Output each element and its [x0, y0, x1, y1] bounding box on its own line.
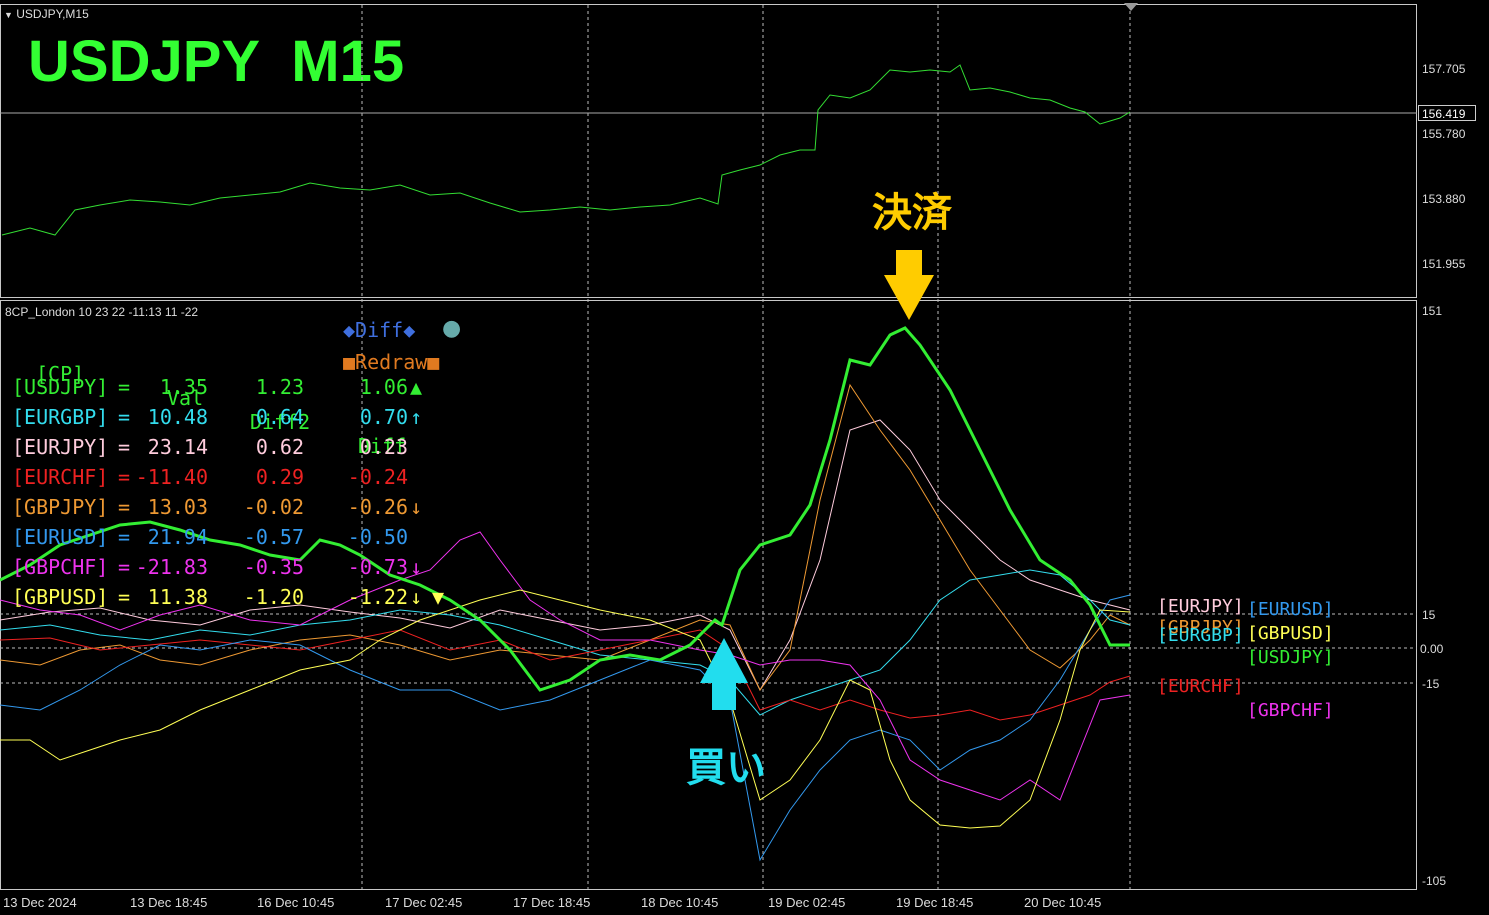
- legend-redraw: ■Redraw■: [343, 350, 440, 374]
- row-diff: -0.24: [347, 465, 408, 489]
- row-diff: -0.73: [347, 555, 408, 579]
- row-diff: 0.23: [359, 435, 408, 459]
- price-tick-2: 155.780: [1422, 127, 1466, 141]
- ind-tick-15: 15: [1422, 608, 1436, 622]
- ind-tick-minus105: -105: [1422, 874, 1447, 888]
- price-line: [1, 64, 1131, 236]
- row-diff2: -1.20: [243, 585, 304, 609]
- row-mark: ↓: [410, 555, 423, 579]
- end-label: [EURCHF]: [1157, 676, 1244, 697]
- chart-shift-marker-icon[interactable]: [1124, 3, 1138, 11]
- indicator-name: 8CP_London 10 23 22 -11:13 11 -22: [5, 305, 199, 319]
- ind-tick-minus15: -15: [1422, 677, 1440, 691]
- row-diff2: 0.62: [255, 435, 304, 459]
- row-diff2: -0.02: [243, 495, 304, 519]
- end-label: [USDJPY]: [1247, 647, 1334, 668]
- end-label: [GBPUSD]: [1247, 623, 1334, 644]
- row-diff2: 0.64: [255, 405, 304, 429]
- eurusd-line: [0, 594, 1131, 862]
- ind-tick-151: 151: [1422, 304, 1443, 318]
- row-diff: -1.22: [347, 585, 408, 609]
- time-tick: 13 Dec 2024: [3, 895, 77, 910]
- end-label: [EURJPY]: [1157, 596, 1244, 617]
- time-tick: 19 Dec 02:45: [768, 895, 846, 910]
- row-diff: 1.06: [359, 375, 408, 399]
- time-tick: 20 Dec 10:45: [1024, 895, 1102, 910]
- buy-label: 買い: [686, 745, 766, 791]
- row-mark: ↓: [410, 495, 423, 519]
- gbpusd-line: [0, 589, 1131, 829]
- time-tick: 13 Dec 18:45: [130, 895, 208, 910]
- legend-dot-icon: ●: [442, 316, 462, 341]
- end-label: [EURGBP]: [1157, 625, 1244, 646]
- row-diff: -0.26: [347, 495, 408, 519]
- row-mark: ↑: [410, 405, 423, 429]
- time-tick: 16 Dec 10:45: [257, 895, 335, 910]
- time-tick: 19 Dec 18:45: [896, 895, 974, 910]
- end-label: [GBPCHF]: [1247, 700, 1334, 721]
- current-price-badge: 156.419: [1418, 105, 1476, 121]
- row-diff2: 1.23: [255, 375, 304, 399]
- row-extra-mark-icon: ▼: [432, 585, 445, 609]
- ind-tick-0: 0.00: [1420, 642, 1444, 656]
- row-diff2: 0.29: [255, 465, 304, 489]
- row-diff: -0.50: [347, 525, 408, 549]
- legend-diff: ◆Diff◆: [343, 318, 416, 342]
- price-tick-3: 153.880: [1422, 192, 1466, 206]
- end-label: [EURUSD]: [1247, 599, 1334, 620]
- row-mark: ▲: [410, 375, 423, 399]
- settle-arrow-icon: [884, 250, 934, 320]
- row-diff2: -0.57: [243, 525, 304, 549]
- price-tick-1: 157.705: [1422, 62, 1466, 76]
- settle-label: 決済: [872, 190, 952, 236]
- row-diff2: -0.35: [243, 555, 304, 579]
- time-tick: 18 Dec 10:45: [641, 895, 719, 910]
- price-tick-4: 151.955: [1422, 257, 1466, 271]
- row-mark: ↓: [410, 585, 423, 609]
- eurchf-line: [0, 629, 1131, 721]
- time-tick: 17 Dec 18:45: [513, 895, 591, 910]
- row-diff: 0.70: [359, 405, 408, 429]
- time-tick: 17 Dec 02:45: [385, 895, 463, 910]
